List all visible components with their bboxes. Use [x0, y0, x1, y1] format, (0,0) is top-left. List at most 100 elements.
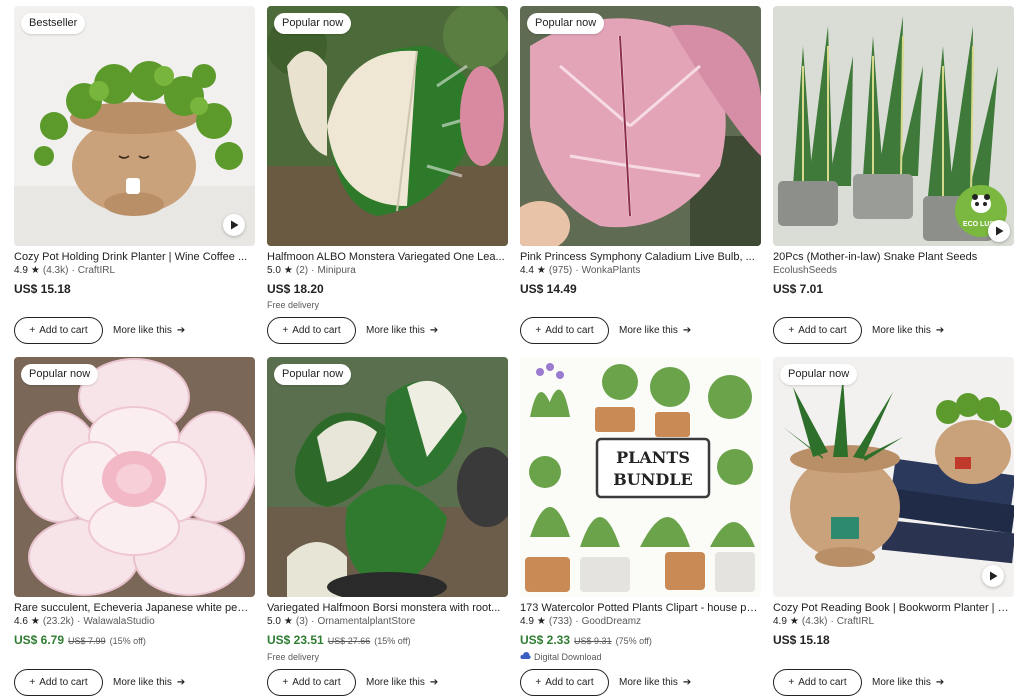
listing-card[interactable]: Popular now Pink Princess Symphony Calad…: [520, 6, 761, 344]
card-actions: + Add to cart More like this ➔: [520, 317, 691, 344]
separator-dot: ·: [311, 265, 315, 276]
star-icon: ★: [536, 265, 546, 276]
shop-name[interactable]: WonkaPlants: [582, 264, 641, 278]
shop-name[interactable]: OrnamentalplantStore: [317, 615, 415, 629]
listing-meta: EcolushSeeds: [773, 264, 1014, 278]
shop-name[interactable]: CraftIRL: [837, 615, 874, 629]
discount-label: (15% off): [374, 636, 411, 646]
play-video-icon[interactable]: [982, 565, 1004, 587]
shop-name[interactable]: WalawalaStudio: [83, 615, 154, 629]
more-like-this-link[interactable]: More like this ➔: [113, 325, 185, 336]
listing-image[interactable]: PLANTS BUNDLE: [520, 357, 761, 597]
arrow-right-icon: ➔: [429, 677, 439, 688]
more-like-this-link[interactable]: More like this ➔: [366, 677, 438, 688]
review-count: (975): [548, 265, 573, 276]
separator-dot: ·: [575, 265, 579, 276]
listing-grid: Bestseller Cozy Pot Holding Drink Plante…: [0, 0, 1024, 698]
planter-reading-image: [773, 357, 1014, 597]
arrow-right-icon: ➔: [682, 677, 692, 688]
listing-card[interactable]: Popular now Halfmoon ALBO Monstera Varie…: [267, 6, 508, 344]
listing-card[interactable]: Popular now Cozy Pot Reading Book | Book…: [773, 357, 1014, 696]
listing-title[interactable]: Variegated Halfmoon Borsi monstera with …: [267, 601, 505, 615]
listing-title[interactable]: Halfmoon ALBO Monstera Variegated One Le…: [267, 250, 505, 264]
listing-image[interactable]: Bestseller: [14, 6, 255, 246]
listing-image[interactable]: Popular now: [14, 357, 255, 597]
arrow-right-icon: ➔: [176, 677, 186, 688]
listing-title[interactable]: Pink Princess Symphony Caladium Live Bul…: [520, 250, 758, 264]
listing-meta: 5.0 ★ (3) · OrnamentalplantStore: [267, 615, 508, 629]
star-icon: ★: [283, 616, 293, 627]
add-to-cart-button[interactable]: + Add to cart: [773, 669, 862, 696]
more-like-this-link[interactable]: More like this ➔: [619, 325, 691, 336]
price-row: US$ 7.01: [773, 282, 1014, 297]
shop-name[interactable]: EcolushSeeds: [773, 264, 837, 278]
plus-icon: +: [788, 325, 795, 336]
price: US$ 18.20: [267, 282, 324, 296]
listing-title[interactable]: Cozy Pot Reading Book | Bookworm Planter…: [773, 601, 1011, 615]
listing-meta: 4.4 ★ (975) · WonkaPlants: [520, 264, 761, 278]
listing-card[interactable]: ECO LUSH 20Pcs (Mother-in-law) Snake Pla…: [773, 6, 1014, 344]
planter-drink-image: [14, 6, 255, 246]
plus-icon: +: [535, 677, 542, 688]
listing-image[interactable]: Popular now: [267, 6, 508, 246]
listing-title[interactable]: Cozy Pot Holding Drink Planter | Wine Co…: [14, 250, 252, 264]
review-count: (733): [548, 616, 573, 627]
play-video-icon[interactable]: [988, 220, 1010, 242]
card-actions: + Add to cart More like this ➔: [773, 669, 944, 696]
listing-card[interactable]: Popular now Rare succulent, Echeveria Ja…: [14, 357, 255, 696]
add-to-cart-button[interactable]: + Add to cart: [267, 317, 356, 344]
more-like-this-link[interactable]: More like this ➔: [872, 325, 944, 336]
listing-title[interactable]: 173 Watercolor Potted Plants Clipart - h…: [520, 601, 758, 615]
listing-title[interactable]: 20Pcs (Mother-in-law) Snake Plant Seeds: [773, 250, 1011, 264]
rating-value: 4.6: [14, 616, 28, 627]
listing-meta: 5.0 ★ (2) · Minipura: [267, 264, 508, 278]
listing-title[interactable]: Rare succulent, Echeveria Japanese white…: [14, 601, 252, 615]
listing-badge: Popular now: [274, 364, 352, 385]
add-to-cart-label: Add to cart: [798, 677, 847, 688]
listing-card[interactable]: PLANTS BUNDLE 173 Watercolor Potted Plan…: [520, 357, 761, 696]
more-like-this-label: More like this: [366, 325, 425, 336]
play-video-icon[interactable]: [223, 214, 245, 236]
plus-icon: +: [282, 325, 289, 336]
star-icon: ★: [30, 616, 40, 627]
price: US$ 14.49: [520, 282, 577, 296]
digital-download-note: Digital Download: [520, 651, 761, 663]
rating-value: 4.9: [773, 616, 787, 627]
monstera-borsi-image: [267, 357, 508, 597]
add-to-cart-button[interactable]: + Add to cart: [14, 317, 103, 344]
add-to-cart-button[interactable]: + Add to cart: [520, 669, 609, 696]
original-price: US$ 7.99: [68, 636, 106, 646]
discount-label: (75% off): [615, 636, 652, 646]
shop-name[interactable]: GoodDreamz: [582, 615, 641, 629]
review-count: (4.3k): [801, 616, 828, 627]
bundle-title-line2: BUNDLE: [613, 470, 692, 489]
card-actions: + Add to cart More like this ➔: [14, 669, 185, 696]
star-icon: ★: [283, 265, 293, 276]
shop-name[interactable]: Minipura: [317, 264, 355, 278]
listing-meta: 4.9 ★ (4.3k) · CraftIRL: [14, 264, 255, 278]
listing-image[interactable]: Popular now: [267, 357, 508, 597]
more-like-this-link[interactable]: More like this ➔: [113, 677, 185, 688]
listing-card[interactable]: Popular now Variegated Halfmoon Borsi mo…: [267, 357, 508, 696]
arrow-right-icon: ➔: [935, 325, 945, 336]
listing-image[interactable]: Popular now: [773, 357, 1014, 597]
plants-bundle-clipart-image: PLANTS BUNDLE: [520, 357, 761, 597]
price-row: US$ 23.51 US$ 27.66 (15% off): [267, 633, 508, 649]
more-like-this-link[interactable]: More like this ➔: [872, 677, 944, 688]
listing-image[interactable]: ECO LUSH: [773, 6, 1014, 246]
add-to-cart-button[interactable]: + Add to cart: [520, 317, 609, 344]
more-like-this-link[interactable]: More like this ➔: [366, 325, 438, 336]
card-actions: + Add to cart More like this ➔: [773, 317, 944, 344]
listing-badge: Popular now: [780, 364, 858, 385]
shop-name[interactable]: CraftIRL: [78, 264, 115, 278]
add-to-cart-button[interactable]: + Add to cart: [773, 317, 862, 344]
add-to-cart-label: Add to cart: [39, 325, 88, 336]
digital-download-label: Digital Download: [534, 652, 602, 662]
more-like-this-link[interactable]: More like this ➔: [619, 677, 691, 688]
more-like-this-label: More like this: [113, 677, 172, 688]
price-row: US$ 15.18: [14, 282, 255, 297]
add-to-cart-button[interactable]: + Add to cart: [267, 669, 356, 696]
listing-image[interactable]: Popular now: [520, 6, 761, 246]
listing-card[interactable]: Bestseller Cozy Pot Holding Drink Plante…: [14, 6, 255, 344]
add-to-cart-button[interactable]: + Add to cart: [14, 669, 103, 696]
